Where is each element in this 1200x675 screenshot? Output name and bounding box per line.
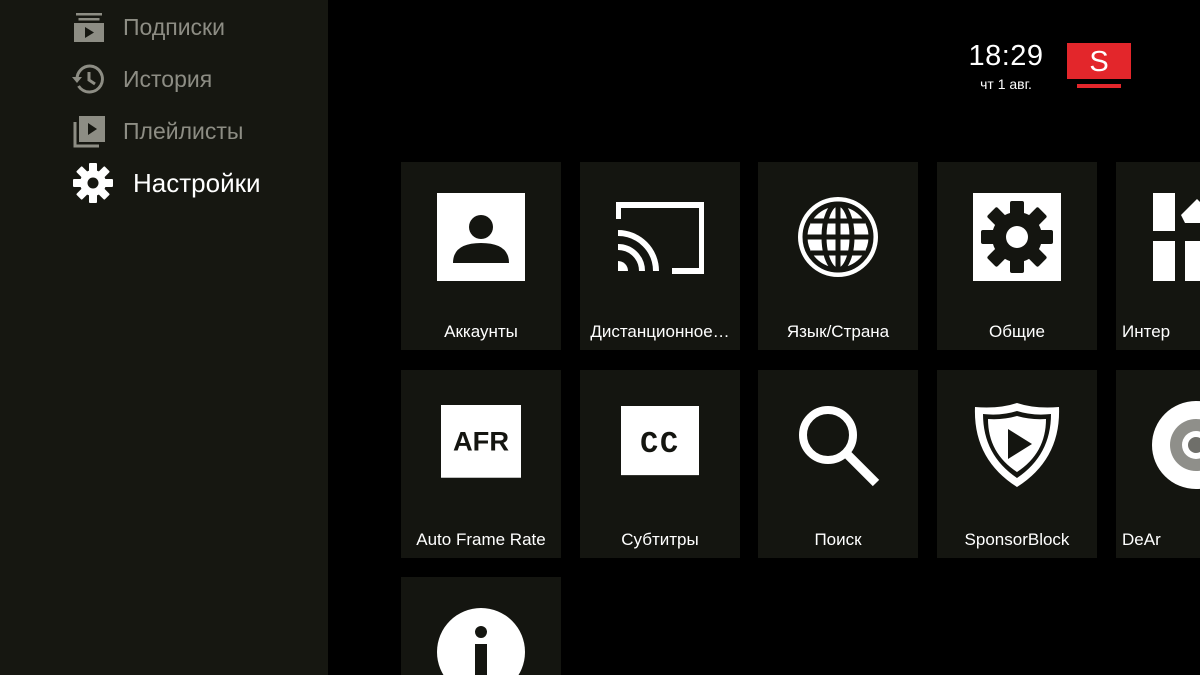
- sidebar-item-label: Подписки: [123, 13, 225, 40]
- tile-label: Общие: [989, 322, 1045, 341]
- tile-label: Auto Frame Rate: [416, 530, 546, 549]
- dearrow-icon: [1152, 401, 1200, 489]
- tile-label: DeAr: [1122, 530, 1161, 549]
- history-icon: [72, 64, 104, 94]
- cc-icon: CC: [621, 406, 699, 476]
- sidebar-item-subscriptions[interactable]: Подписки: [72, 10, 225, 44]
- search-icon: [799, 406, 880, 487]
- app-logo-icon[interactable]: S: [1067, 43, 1131, 89]
- tile-label: Субтитры: [621, 530, 699, 549]
- settings-tile-remote[interactable]: Дистанционное…: [580, 162, 740, 350]
- account-icon: [437, 193, 525, 281]
- afr-icon: AFR: [441, 405, 521, 478]
- sidebar-item-playlists[interactable]: Плейлисты: [72, 114, 243, 148]
- clock: 18:29 чт 1 авг.: [960, 40, 1052, 92]
- sponsorblock-icon: [974, 403, 1060, 487]
- settings-tile-auto-frame-rate[interactable]: AFR Auto Frame Rate: [401, 370, 561, 558]
- clock-time: 18:29: [968, 40, 1044, 72]
- logo-letter: S: [1089, 46, 1108, 78]
- subscriptions-icon: [74, 13, 104, 42]
- settings-tile-sponsorblock[interactable]: SponsorBlock: [937, 370, 1097, 558]
- settings-tile-subtitles[interactable]: CC Субтитры: [580, 370, 740, 558]
- interface-icon: [1153, 193, 1200, 281]
- sidebar-item-settings[interactable]: Настройки: [72, 162, 261, 204]
- clock-date: чт 1 авг.: [980, 76, 1032, 92]
- sidebar: Подписки История Плейлисты Настройки: [0, 0, 328, 675]
- settings-tile-language[interactable]: Язык/Страна: [758, 162, 918, 350]
- tile-label: Аккаунты: [444, 322, 518, 341]
- settings-tile-accounts[interactable]: Аккаунты: [401, 162, 561, 350]
- tile-label: SponsorBlock: [964, 530, 1070, 549]
- tile-label: Поиск: [814, 530, 862, 549]
- cast-icon: [616, 202, 704, 274]
- settings-tile-search[interactable]: Поиск: [758, 370, 918, 558]
- tile-label: Язык/Страна: [786, 322, 890, 341]
- info-icon: [437, 608, 525, 675]
- settings-tile-about[interactable]: [401, 577, 561, 675]
- svg-text:AFR: AFR: [453, 425, 509, 456]
- gear-icon: [73, 163, 113, 203]
- playlists-icon: [73, 116, 105, 148]
- settings-tile-interface[interactable]: Интер: [1116, 162, 1200, 350]
- settings-tile-dearrow[interactable]: DeAr: [1116, 370, 1200, 558]
- sidebar-item-label: Настройки: [133, 167, 261, 198]
- tile-label: Дистанционное…: [590, 322, 730, 341]
- svg-text:CC: CC: [640, 428, 680, 462]
- tile-label: Интер: [1122, 322, 1171, 341]
- globe-icon: [798, 197, 878, 277]
- gear-icon: [973, 193, 1061, 281]
- settings-tile-general[interactable]: Общие: [937, 162, 1097, 350]
- sidebar-item-label: Плейлисты: [123, 117, 244, 144]
- sidebar-item-history[interactable]: История: [72, 62, 212, 96]
- sidebar-item-label: История: [123, 65, 213, 92]
